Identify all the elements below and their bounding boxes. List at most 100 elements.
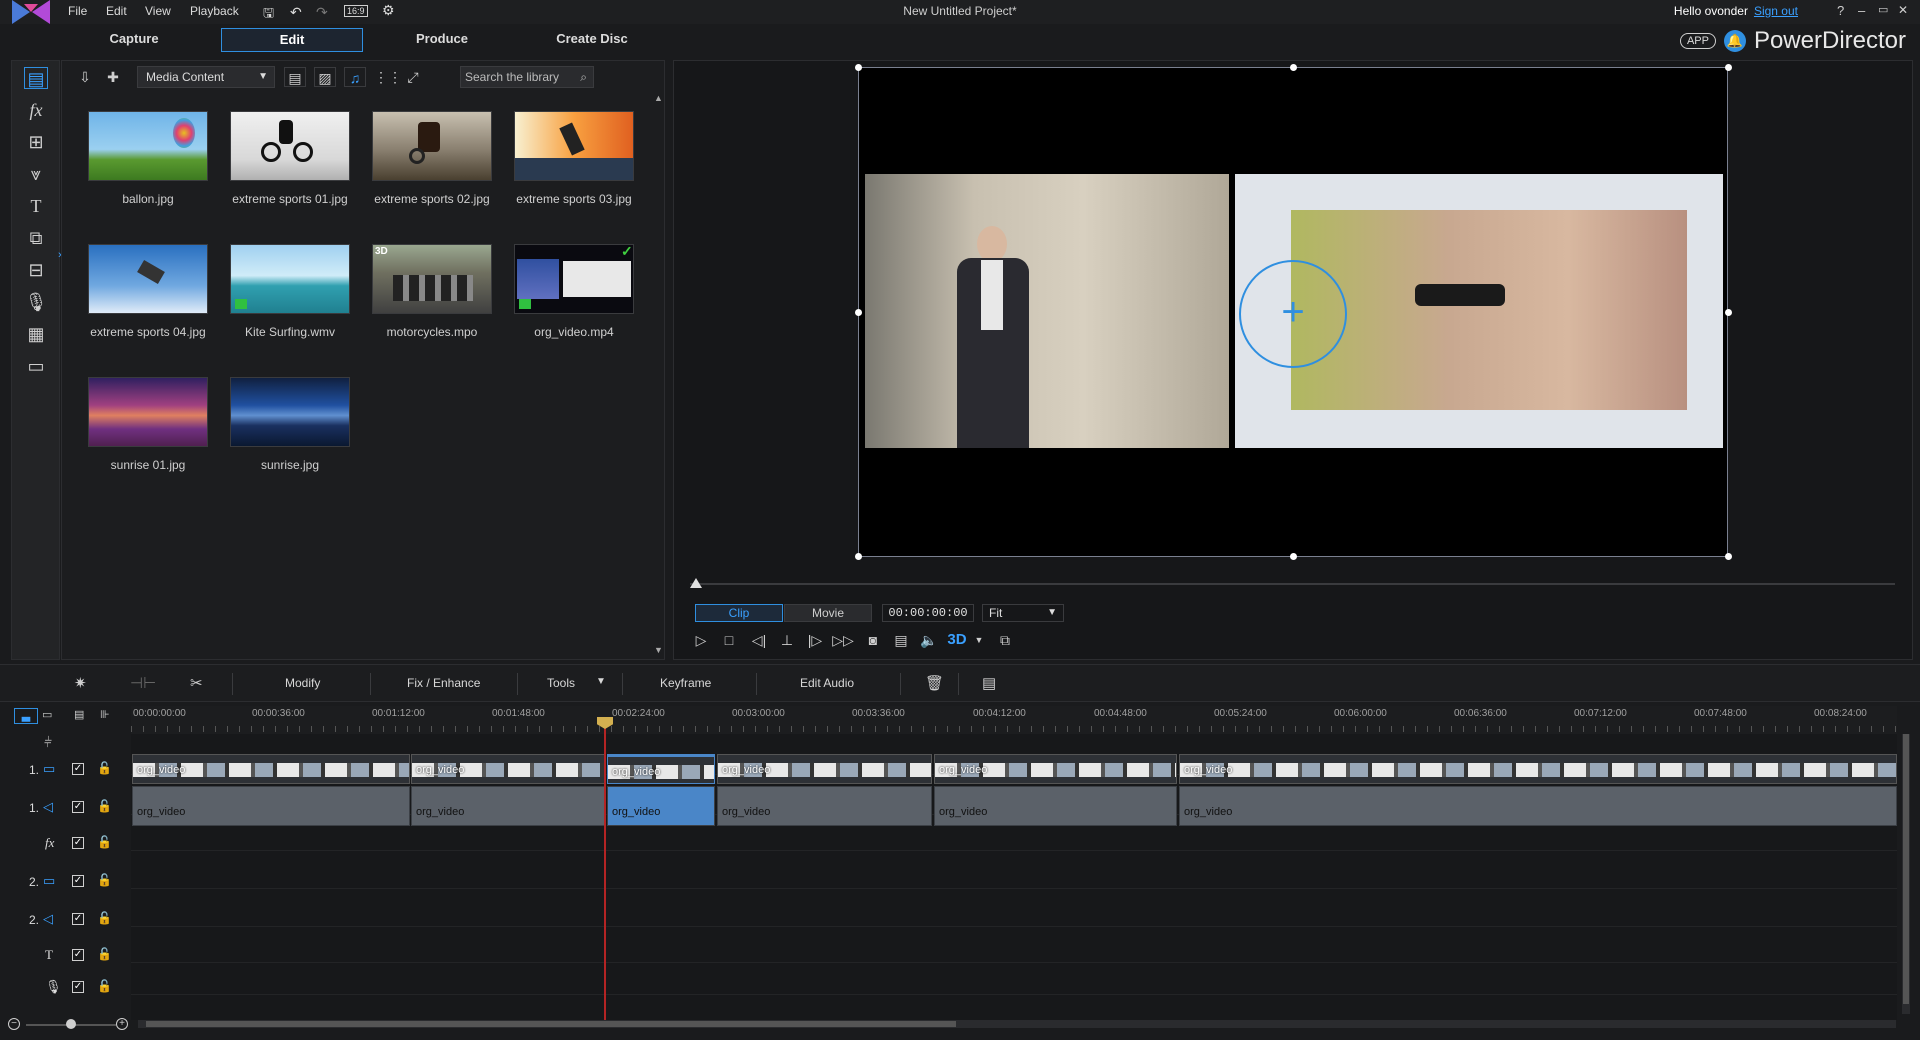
- media-room-icon[interactable]: ▤: [24, 67, 48, 89]
- video-clip-selected[interactable]: org_video: [607, 754, 715, 784]
- video-clip[interactable]: org_video: [1179, 754, 1897, 784]
- scrollbar-thumb[interactable]: [146, 1021, 956, 1027]
- lock-icon[interactable]: 🔓: [97, 911, 112, 925]
- settings-gear-icon[interactable]: ⚙: [382, 2, 395, 19]
- trash-icon[interactable]: 🗑: [925, 674, 944, 692]
- plugin-icon[interactable]: ✚: [102, 67, 124, 87]
- scrubber-knob[interactable]: [690, 578, 702, 588]
- chevron-down-icon[interactable]: ▼: [968, 629, 990, 651]
- media-thumbnail[interactable]: [372, 111, 492, 181]
- track-enable-checkbox[interactable]: ✓: [72, 763, 84, 775]
- voice-over-icon[interactable]: 🎙: [24, 291, 48, 313]
- zoom-fit-dropdown[interactable]: Fit ▼: [982, 604, 1064, 622]
- undock-preview-icon[interactable]: ⧉: [994, 629, 1016, 651]
- play-icon[interactable]: ▷: [690, 629, 712, 651]
- timeline-ruler[interactable]: 00:00:00:00 00:00:36:00 00:01:12:00 00:0…: [131, 706, 1897, 734]
- track-enable-checkbox[interactable]: ✓: [72, 801, 84, 813]
- clip-mode-tab[interactable]: Clip: [695, 604, 783, 622]
- zoom-slider-knob[interactable]: [66, 1019, 76, 1029]
- scissors-icon[interactable]: ✂: [190, 674, 203, 692]
- particle-room-icon[interactable]: ⩔: [24, 163, 48, 185]
- restore-button[interactable]: ▭: [1878, 3, 1888, 16]
- lock-icon[interactable]: 🔓: [97, 761, 112, 775]
- lock-icon[interactable]: 🔓: [97, 873, 112, 887]
- volume-icon[interactable]: 🔈: [918, 629, 940, 651]
- pip-objects-icon[interactable]: ⊞: [24, 131, 48, 153]
- undo-icon[interactable]: ↶: [290, 4, 302, 21]
- track-enable-checkbox[interactable]: ✓: [72, 981, 84, 993]
- track-enable-checkbox[interactable]: ✓: [72, 949, 84, 961]
- search-input[interactable]: Search the library: [465, 70, 559, 84]
- track-enable-checkbox[interactable]: ✓: [72, 837, 84, 849]
- tab-capture[interactable]: Capture: [80, 28, 188, 52]
- stop-icon[interactable]: □: [718, 629, 740, 651]
- tab-create-disc[interactable]: Create Disc: [540, 28, 644, 52]
- search-icon[interactable]: ⌕: [580, 67, 587, 87]
- media-thumbnail[interactable]: 3D: [372, 244, 492, 314]
- keyframe-button[interactable]: Keyframe: [660, 676, 711, 690]
- magic-tool-icon[interactable]: ✷: [74, 674, 87, 692]
- fx-room-icon[interactable]: fx: [24, 99, 48, 121]
- audio-clip-selected[interactable]: org_video: [607, 786, 715, 826]
- library-search[interactable]: Search the library ⌕: [460, 66, 594, 88]
- menu-edit[interactable]: Edit: [106, 4, 127, 18]
- preview-scrubber[interactable]: [690, 583, 1895, 585]
- scrollbar-thumb[interactable]: [1903, 734, 1909, 1004]
- audio-clip[interactable]: org_video: [411, 786, 605, 826]
- audio-clip[interactable]: org_video: [717, 786, 932, 826]
- timecode-display[interactable]: 00:00:00:00: [882, 604, 974, 622]
- tab-produce[interactable]: Produce: [390, 28, 494, 52]
- timeline-vertical-scrollbar[interactable]: [1902, 734, 1910, 1014]
- notification-bell-icon[interactable]: 🔔: [1723, 30, 1746, 52]
- audio-clip[interactable]: org_video: [132, 786, 410, 826]
- media-thumbnail[interactable]: [230, 244, 350, 314]
- menu-playback[interactable]: Playback: [190, 4, 239, 18]
- subtitle-room-icon[interactable]: ▭: [24, 355, 48, 377]
- split-icon[interactable]: ⊣⊢: [130, 674, 156, 692]
- lock-icon[interactable]: 🔓: [97, 799, 112, 813]
- fullscreen-icon[interactable]: ⤢: [402, 67, 424, 87]
- media-thumbnail[interactable]: [514, 111, 634, 181]
- resize-handle[interactable]: [855, 553, 862, 560]
- media-thumbnail[interactable]: [88, 244, 208, 314]
- aspect-ratio-button[interactable]: 16:9: [344, 5, 368, 17]
- modify-button[interactable]: Modify: [285, 676, 320, 690]
- previous-frame-icon[interactable]: ◁|: [748, 629, 770, 651]
- resize-handle[interactable]: [855, 309, 862, 316]
- title-room-icon[interactable]: T: [24, 195, 48, 217]
- zoom-in-icon[interactable]: +: [116, 1018, 128, 1030]
- video-clip[interactable]: org_video: [717, 754, 932, 784]
- media-thumbnail[interactable]: ✓: [514, 244, 634, 314]
- resize-handle[interactable]: [1725, 553, 1732, 560]
- resize-handle[interactable]: [1290, 553, 1297, 560]
- help-button[interactable]: ?: [1837, 3, 1844, 18]
- split-marker-icon[interactable]: ⊥: [776, 629, 798, 651]
- next-frame-icon[interactable]: |▷: [804, 629, 826, 651]
- library-scrollbar[interactable]: ▲ ▼: [652, 93, 664, 659]
- zoom-out-icon[interactable]: −: [8, 1018, 20, 1030]
- save-icon[interactable]: 🖫: [263, 4, 274, 26]
- 3d-toggle-button[interactable]: 3D: [946, 629, 968, 651]
- audio-mixing-icon[interactable]: ⊟: [24, 259, 48, 281]
- media-thumbnail[interactable]: [88, 111, 208, 181]
- fast-forward-icon[interactable]: ▷▷: [832, 629, 854, 651]
- media-thumbnail[interactable]: [88, 377, 208, 447]
- lock-icon[interactable]: 🔓: [97, 835, 112, 849]
- redo-icon[interactable]: ↷: [316, 4, 328, 21]
- filter-audio-icon[interactable]: ♫: [344, 67, 366, 87]
- video-clip[interactable]: org_video: [411, 754, 605, 784]
- filter-video-icon[interactable]: ▤: [284, 67, 306, 87]
- timeline-tracks[interactable]: org_video org_video org_video org_video …: [131, 734, 1897, 1020]
- video-clip[interactable]: org_video: [132, 754, 410, 784]
- track-enable-checkbox[interactable]: ✓: [72, 875, 84, 887]
- scroll-up-icon[interactable]: ▲: [654, 93, 663, 103]
- chapter-room-icon[interactable]: ▦: [24, 323, 48, 345]
- menu-view[interactable]: View: [145, 4, 171, 18]
- lock-icon[interactable]: 🔓: [97, 947, 112, 961]
- subtitle-icon[interactable]: ▤: [890, 629, 912, 651]
- edit-audio-button[interactable]: Edit Audio: [800, 676, 854, 690]
- movie-mode-tab[interactable]: Movie: [784, 604, 872, 622]
- minimize-button[interactable]: –: [1858, 3, 1865, 18]
- media-thumbnail[interactable]: [230, 377, 350, 447]
- snapshot-camera-icon[interactable]: ◙: [862, 629, 884, 651]
